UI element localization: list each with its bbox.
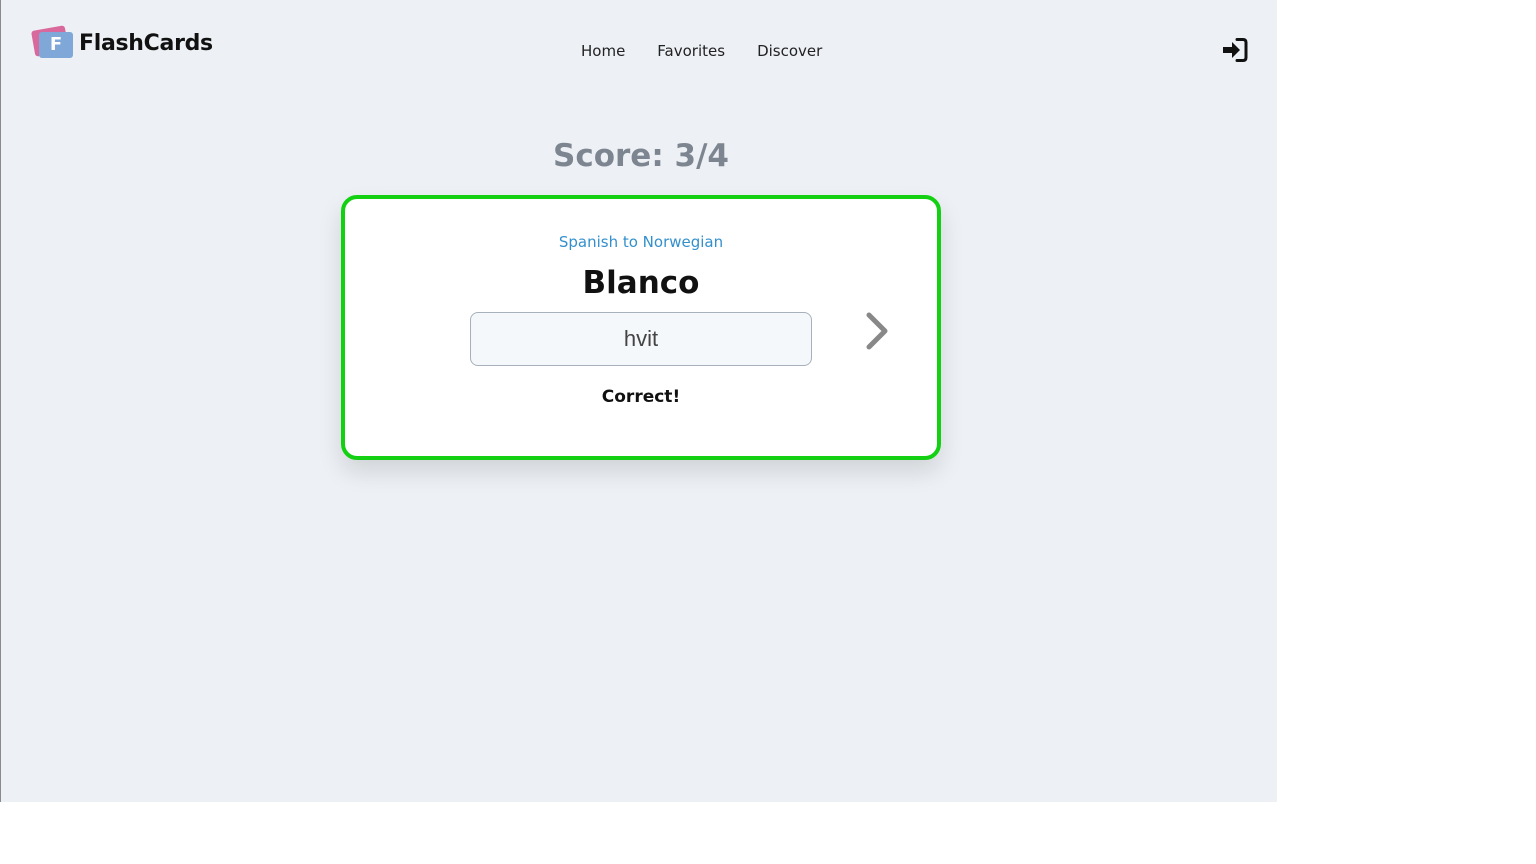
nav-link-home[interactable]: Home bbox=[581, 42, 625, 60]
sign-in-icon bbox=[1223, 38, 1248, 62]
nav-link-favorites[interactable]: Favorites bbox=[657, 42, 725, 60]
main-nav: Home Favorites Discover bbox=[581, 42, 822, 60]
navbar: F FlashCards Home Favorites Discover bbox=[1, 0, 1277, 100]
brand-name: FlashCards bbox=[79, 30, 213, 56]
app-viewport: F FlashCards Home Favorites Discover Sco… bbox=[0, 0, 1277, 802]
flashcards-logo-icon: F bbox=[31, 25, 75, 60]
nav-link-discover[interactable]: Discover bbox=[757, 42, 822, 60]
next-card-button[interactable] bbox=[859, 309, 895, 353]
logo-card-front: F bbox=[39, 32, 73, 58]
flashcard: Spanish to Norwegian Blanco Correct! bbox=[341, 195, 941, 460]
answer-input[interactable] bbox=[470, 312, 812, 366]
brand-link[interactable]: F FlashCards bbox=[31, 25, 213, 60]
answer-feedback: Correct! bbox=[601, 387, 681, 407]
chevron-right-icon bbox=[866, 312, 888, 350]
login-button[interactable] bbox=[1221, 36, 1249, 64]
score-display: Score: 3/4 bbox=[553, 138, 729, 174]
translation-direction: Spanish to Norwegian bbox=[558, 233, 724, 251]
flashcard-word: Blanco bbox=[582, 265, 700, 301]
